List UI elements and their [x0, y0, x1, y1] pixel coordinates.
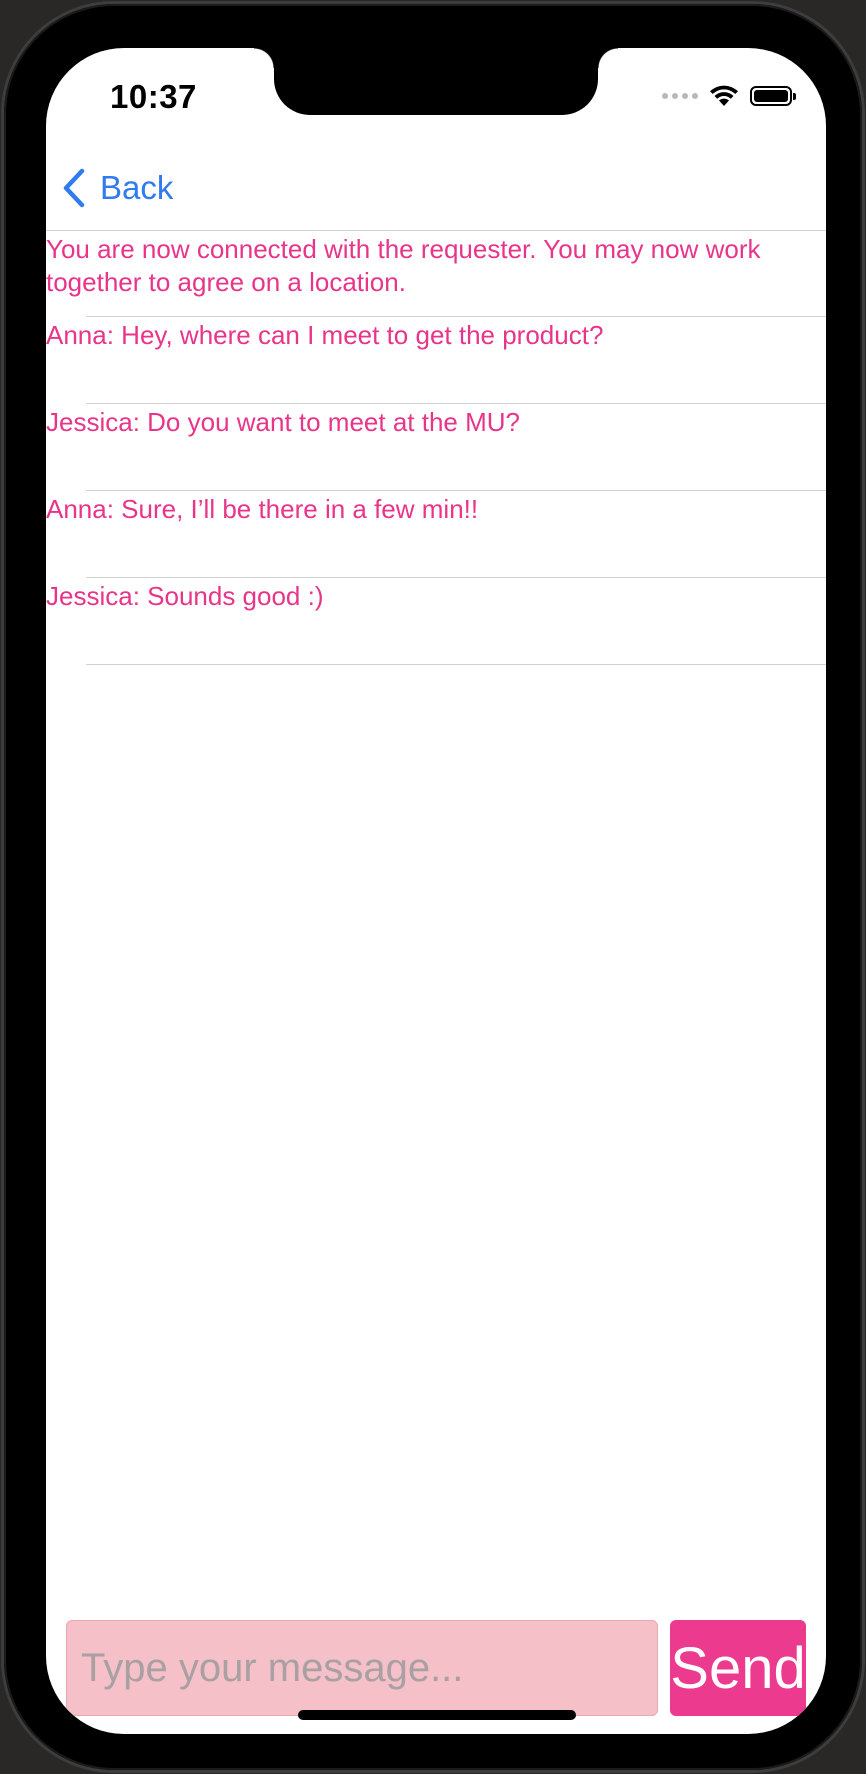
- message-row: You are now connected with the requester…: [46, 231, 826, 317]
- message-text: You are now connected with the requester…: [46, 234, 761, 297]
- battery-icon: [750, 86, 796, 106]
- message-row: Jessica: Sounds good :): [46, 578, 826, 665]
- screen: 10:37 Back You are now connected with th…: [46, 48, 826, 1734]
- back-button[interactable]: Back: [62, 164, 173, 212]
- camera-notch: [254, 48, 618, 115]
- back-label: Back: [100, 169, 174, 206]
- message-list[interactable]: You are now connected with the requester…: [46, 231, 826, 665]
- cellular-signal-icon: [662, 93, 698, 99]
- message-text: Anna: Sure, I’ll be there in a few min!!: [46, 494, 479, 524]
- home-indicator: [298, 1710, 576, 1720]
- wifi-icon: [710, 85, 738, 106]
- send-button[interactable]: Send: [670, 1620, 806, 1716]
- message-text: Anna: Hey, where can I meet to get the p…: [46, 320, 604, 350]
- row-divider: [86, 664, 826, 665]
- device-frame: 10:37 Back You are now connected with th…: [4, 4, 862, 1770]
- message-text: Jessica: Sounds good :): [46, 581, 324, 611]
- status-time: 10:37: [110, 78, 197, 115]
- message-row: Jessica: Do you want to meet at the MU?: [46, 404, 826, 491]
- message-row: Anna: Sure, I’ll be there in a few min!!: [46, 491, 826, 578]
- message-composer: Send: [66, 1620, 806, 1716]
- message-text: Jessica: Do you want to meet at the MU?: [46, 407, 520, 437]
- status-icons: [662, 82, 796, 110]
- message-row: Anna: Hey, where can I meet to get the p…: [46, 317, 826, 404]
- message-input[interactable]: [66, 1620, 658, 1716]
- chevron-left-icon: [63, 168, 85, 208]
